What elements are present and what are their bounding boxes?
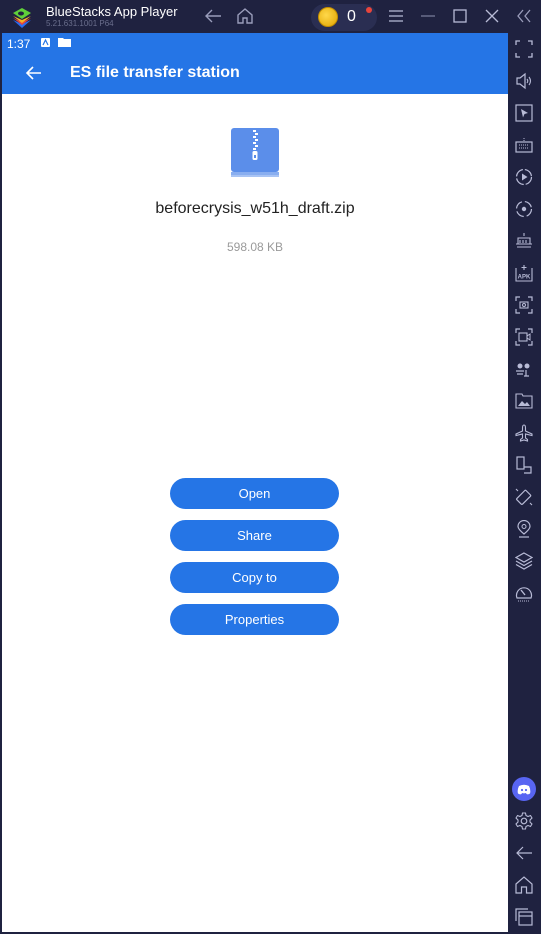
right-sidebar: APK [508,33,541,934]
macro-play-icon[interactable] [514,167,534,187]
menu-icon[interactable] [386,6,406,26]
rotate-record-icon[interactable] [514,199,534,219]
keyboard-icon[interactable] [514,135,534,155]
back-icon[interactable] [203,6,223,26]
media-folder-icon[interactable] [514,391,534,411]
notification-app-icon [41,38,50,47]
maximize-icon[interactable] [450,6,470,26]
performance-icon[interactable] [514,583,534,603]
share-button[interactable]: Share [170,520,339,551]
bluestacks-window: BlueStacks App Player 5.21.631.1001 P64 … [0,0,541,934]
properties-button[interactable]: Properties [170,604,339,635]
android-screen: 1:37 ES file transfer station beforecrys… [2,33,508,932]
page-title: ES file transfer station [70,64,240,81]
notification-dot [366,7,372,13]
android-back-icon[interactable] [514,843,534,863]
app-title: BlueStacks App Player [46,4,178,19]
apk-install-icon[interactable]: APK [514,263,534,283]
android-home-icon[interactable] [514,875,534,895]
back-arrow-icon[interactable] [24,63,44,83]
eco-mode-icon[interactable] [514,359,534,379]
settings-icon[interactable] [514,811,534,831]
airplane-mode-icon[interactable] [514,423,534,443]
svg-text:APK: APK [518,275,531,281]
discord-icon[interactable] [512,777,536,801]
volume-icon[interactable] [514,71,534,91]
resize-icon[interactable] [514,455,534,475]
coin-icon [318,7,338,27]
minimize-icon[interactable] [418,6,438,26]
file-name: beforecrysis_w51h_draft.zip [155,200,355,217]
screen-record-icon[interactable] [514,327,534,347]
title-bar: BlueStacks App Player 5.21.631.1001 P64 … [0,0,541,33]
home-icon[interactable] [235,6,255,26]
status-time: 1:37 [7,37,31,51]
close-icon[interactable] [482,6,502,26]
location-icon[interactable] [514,519,534,539]
collapse-sidebar-icon[interactable] [514,6,534,26]
open-button[interactable]: Open [170,478,339,509]
status-bar: 1:37 [2,33,508,53]
zip-file-icon [231,128,279,177]
coin-count: 0 [347,8,356,25]
coin-button[interactable]: 0 [311,4,377,31]
multi-instance-icon[interactable] [514,231,534,251]
shake-icon[interactable] [514,487,534,507]
layers-icon[interactable] [514,551,534,571]
screenshot-icon[interactable] [514,295,534,315]
notification-folder-icon [58,38,71,47]
copy-to-button[interactable]: Copy to [170,562,339,593]
app-bar: ES file transfer station [2,53,508,94]
pointer-icon[interactable] [514,103,534,123]
bluestacks-logo-icon [13,8,31,28]
recent-apps-icon[interactable] [514,907,534,927]
app-version: 5.21.631.1001 P64 [46,19,114,28]
file-size: 598.08 KB [226,240,284,254]
fullscreen-icon[interactable] [514,39,534,59]
